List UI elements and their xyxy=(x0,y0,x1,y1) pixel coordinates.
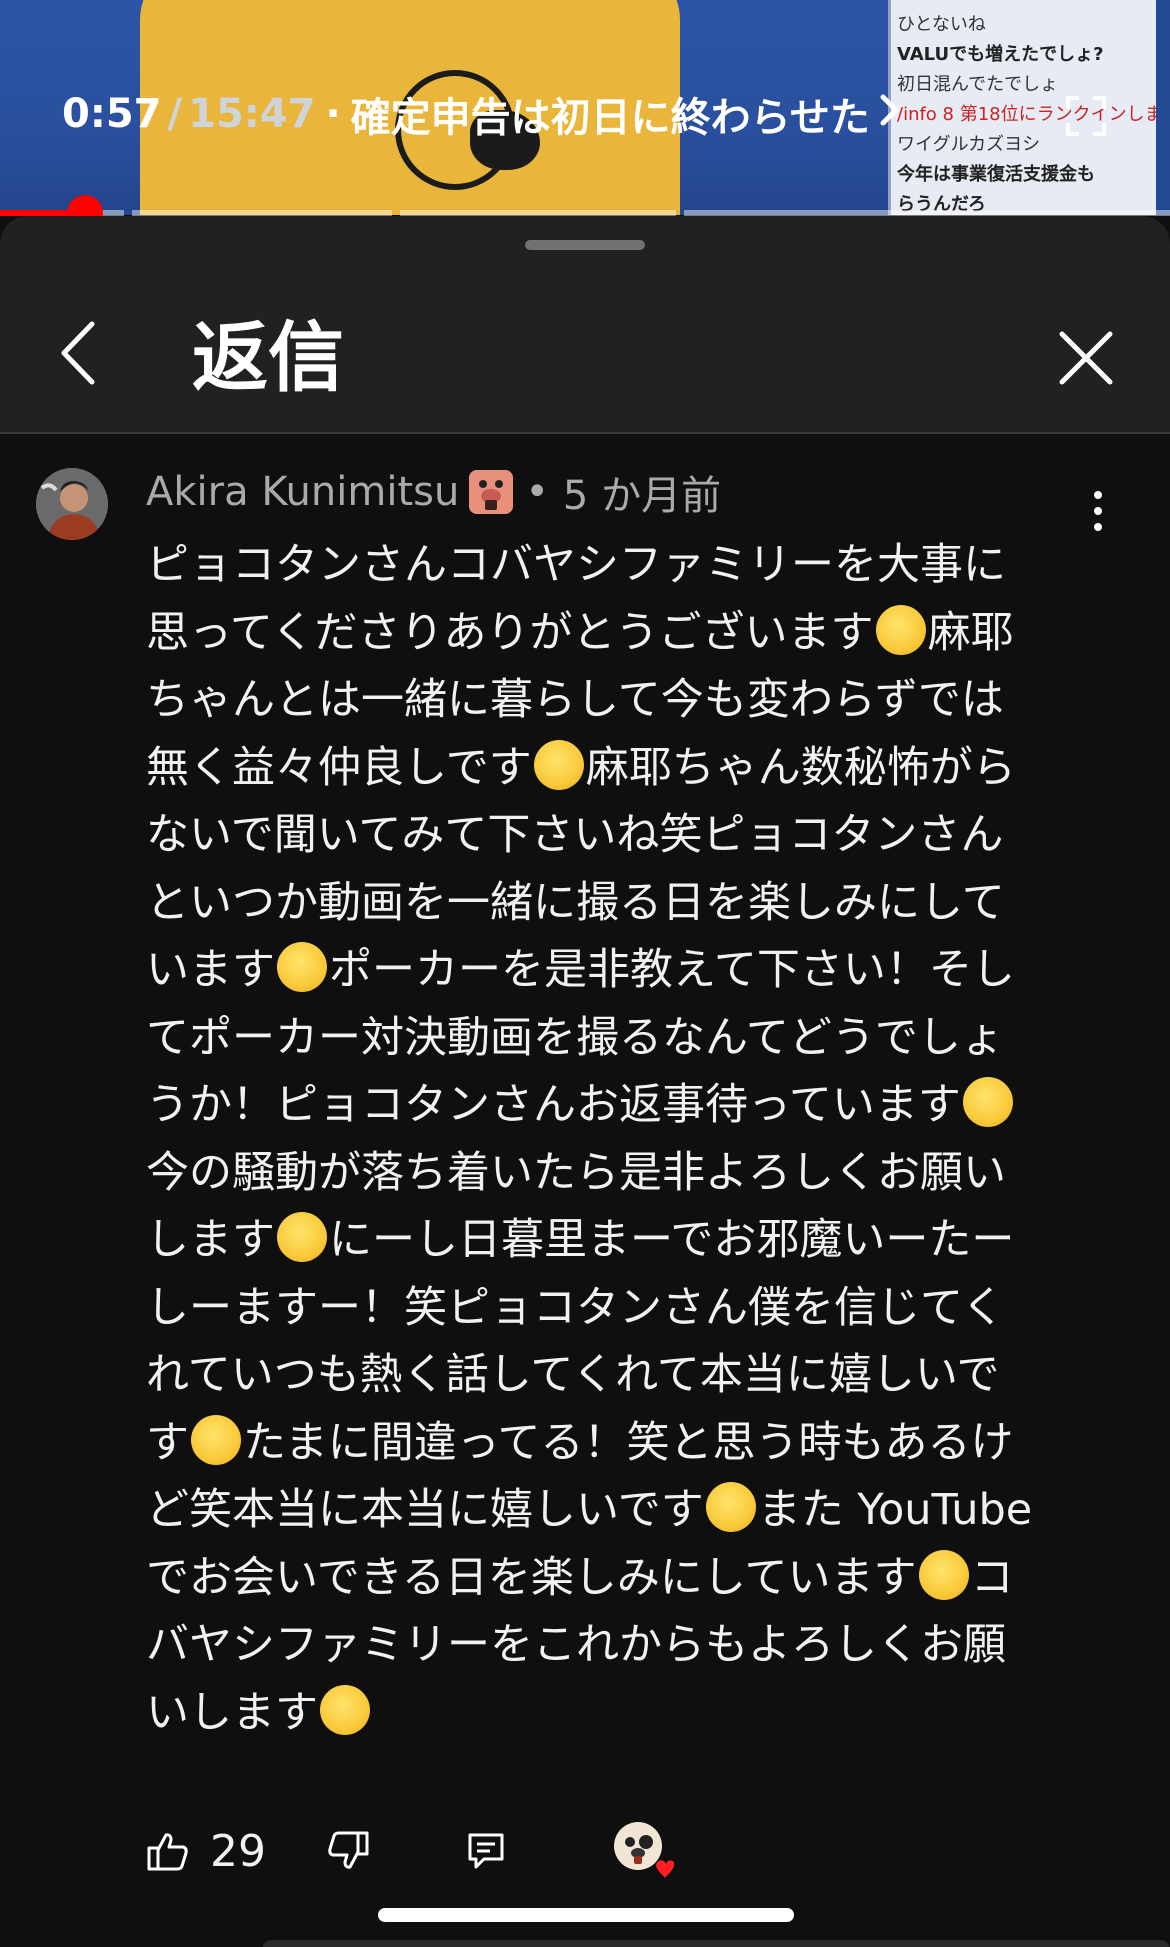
grinning-emoji-icon xyxy=(533,739,584,790)
video-duration: 15:47 xyxy=(188,91,316,137)
smiling-emoji-icon xyxy=(962,1077,1013,1127)
comment-line: バヤシファミリーをこれからもよろしくお願 xyxy=(146,1620,1006,1670)
divider xyxy=(0,432,1170,434)
video-edge xyxy=(1156,0,1170,215)
comment-line: といつか動画を一緒に撮る日を楽しみにして xyxy=(146,877,1005,928)
comment-author[interactable]: Akira Kunimitsu xyxy=(146,469,459,515)
comment-line: うか！ピョコタンさんお返事待っています xyxy=(146,1072,1086,1140)
grinning-emoji-icon xyxy=(320,1684,370,1735)
close-icon[interactable] xyxy=(1056,328,1116,388)
video-time-row: 0:57 / 15:47 · 確定申告は初日に終わらせた xyxy=(62,84,902,144)
comment-line: ピョコタンさんコバヤシファミリーを大事に xyxy=(146,540,1006,590)
chat-line: ひとないね xyxy=(897,14,986,35)
sheet-header: 返信 xyxy=(0,216,1170,432)
comment-line: てポーカー対決動画を撮るなんてどうでしょ xyxy=(146,1012,1004,1063)
comment-line: ないで聞いてみて下さいね笑ピョコタンさん xyxy=(146,810,1004,860)
comment-timestamp: 5 か月前 xyxy=(562,473,722,519)
thumbs-up-icon[interactable] xyxy=(146,1829,190,1873)
drag-handle[interactable] xyxy=(525,240,645,250)
dot-separator: · xyxy=(325,91,341,137)
dot-separator: • xyxy=(525,469,549,515)
thumbs-down-icon[interactable] xyxy=(326,1829,370,1873)
grinning-emoji-icon xyxy=(277,1212,327,1262)
comment-line: ど笑本当に本当に嬉しいです また YouTube xyxy=(146,1477,1086,1545)
comment-line: いします xyxy=(146,1680,1086,1748)
smiling-emoji-icon xyxy=(875,604,926,655)
video-live-chat-overlay: ひとないね VALUでも増えたでしょ? 初日混んでたでしょ /info 8 第1… xyxy=(888,0,1170,215)
comment-line: 思ってくださりありがとうございます 麻耶 xyxy=(146,600,1086,668)
comment-line: しーますー！笑ピョコタンさん僕を信じてく xyxy=(146,1282,1005,1333)
replies-sheet: 返信 Akira Kunimitsu • 5 か月前 ピョコタンさんコバヤシファ… xyxy=(0,216,1170,1947)
chat-line: ワイグルカズヨシ xyxy=(897,134,1041,155)
chat-line: 今年は事業復活支援金も xyxy=(897,164,1095,185)
home-indicator xyxy=(378,1908,794,1922)
reply-icon[interactable] xyxy=(466,1831,506,1871)
video-player[interactable]: ひとないね VALUでも増えたでしょ? 初日混んでたでしょ /info 8 第1… xyxy=(0,0,1170,215)
comment-line: します にーし日暮里まーでお邪魔いーたー xyxy=(146,1207,1086,1275)
sheet-title: 返信 xyxy=(192,313,344,402)
comment-line: でお会いできる日を楽しみにしていますコ xyxy=(146,1545,1086,1613)
chat-line: /info 8 第18位にランクインしま xyxy=(897,104,1163,125)
current-time: 0:57 xyxy=(62,91,162,137)
chat-line: 初日混んでたでしょ xyxy=(897,74,1059,95)
avatar[interactable] xyxy=(36,468,108,540)
grinning-emoji-icon xyxy=(277,942,327,992)
fullscreen-icon[interactable] xyxy=(1066,96,1106,136)
creator-heart-icon xyxy=(612,1820,675,1882)
comment-line: すたまに間違ってる！笑と思う時もあるけ xyxy=(146,1410,1086,1478)
comment-line: ちゃんとは一緒に暮らして今も変わらずでは xyxy=(146,675,1004,725)
grinning-emoji-icon xyxy=(705,1482,756,1532)
chat-line: VALUでも増えたでしょ? xyxy=(897,44,1104,65)
comment-line: れていつも熱く話してくれて本当に嬉しいで xyxy=(146,1350,1000,1400)
comment-text: ピョコタンさんコバヤシファミリーを大事に 思ってくださりありがとうございます 麻耶… xyxy=(146,532,1086,1747)
chevron-left-icon[interactable] xyxy=(58,320,108,390)
comment-line: 無く益々仲良しです 麻耶ちゃん数秘怖がら xyxy=(146,735,1086,803)
pig-emoji-icon xyxy=(469,470,514,514)
smiling-emoji-icon xyxy=(191,1414,241,1465)
more-vertical-icon[interactable] xyxy=(1080,486,1116,536)
chevron-right-icon[interactable] xyxy=(878,92,902,136)
time-separator: / xyxy=(167,91,183,137)
bottom-panel-edge xyxy=(262,1940,1170,1947)
comment-line: います ポーカーを是非教えて下さい！そし xyxy=(146,937,1086,1005)
chapter-title[interactable]: 確定申告は初日に終わらせた xyxy=(351,85,870,143)
comment-line: 今の騒動が落ち着いたら是非よろしくお願い xyxy=(146,1147,1006,1198)
comment-actions: 29 xyxy=(146,1816,675,1886)
blush-emoji-icon xyxy=(918,1549,969,1600)
comment-meta: Akira Kunimitsu • 5 か月前 xyxy=(146,466,722,519)
like-count: 29 xyxy=(210,1825,266,1877)
